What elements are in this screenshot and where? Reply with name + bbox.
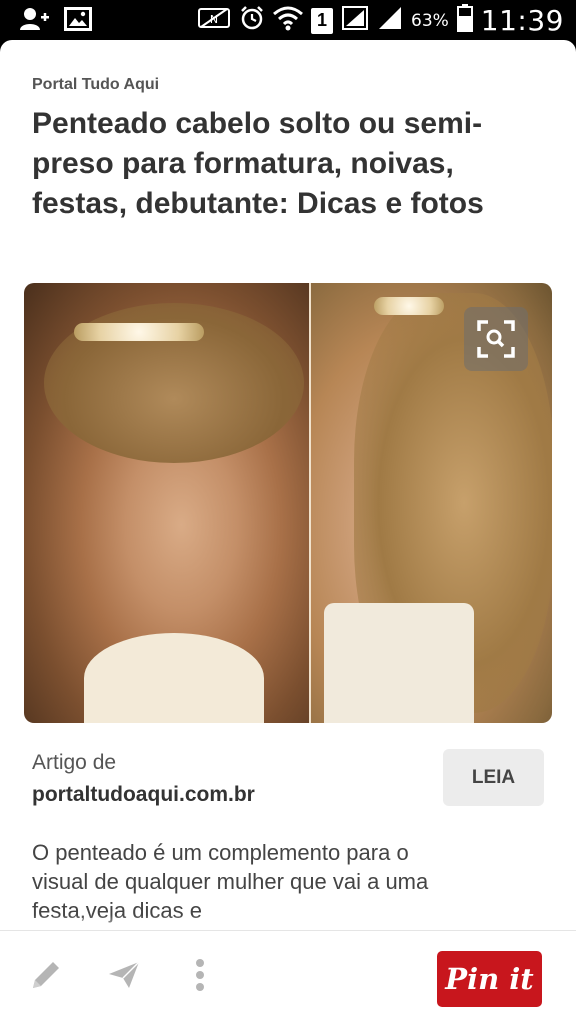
- pin-description: O penteado é um complemento para o visua…: [32, 840, 429, 923]
- battery-percent: 63%: [411, 10, 449, 31]
- pin-source[interactable]: Portal Tudo Aqui: [32, 76, 159, 94]
- dress-left-shape: [84, 633, 264, 723]
- pin-image[interactable]: [24, 283, 552, 723]
- article-domain[interactable]: portaltudoaqui.com.br: [32, 783, 255, 807]
- visual-search-icon: [477, 320, 515, 358]
- article-label: Artigo de: [32, 751, 117, 774]
- add-contact-icon: [18, 6, 50, 37]
- sim-slot-indicator: 1: [311, 7, 333, 34]
- pin-title: Penteado cabelo solto ou semi-preso para…: [32, 107, 484, 220]
- photo-divider: [309, 283, 311, 723]
- send-icon[interactable]: [106, 957, 142, 993]
- nfc-icon: N: [197, 6, 231, 35]
- pin-it-button[interactable]: Pin it: [437, 951, 542, 1007]
- tiara-right: [374, 297, 444, 315]
- battery-icon: [456, 4, 473, 37]
- pin-card: Portal Tudo Aqui Penteado cabelo solto o…: [0, 40, 576, 1024]
- read-button[interactable]: LEIA: [443, 749, 544, 806]
- signal-icon-sim1: [341, 5, 369, 36]
- status-bar: N 1 63% 11:39: [0, 0, 576, 40]
- signal-icon-sim2: [377, 5, 403, 36]
- wifi-icon: [273, 5, 303, 36]
- action-bar: Pin it: [0, 930, 576, 1024]
- image-icon: [64, 7, 92, 36]
- tiara-left: [74, 323, 204, 341]
- more-icon[interactable]: [182, 957, 218, 993]
- clock: 11:39: [480, 4, 564, 37]
- edit-icon[interactable]: [28, 957, 64, 993]
- alarm-icon: [239, 5, 265, 36]
- visual-search-button[interactable]: [464, 307, 528, 371]
- dress-right-shape: [324, 603, 474, 723]
